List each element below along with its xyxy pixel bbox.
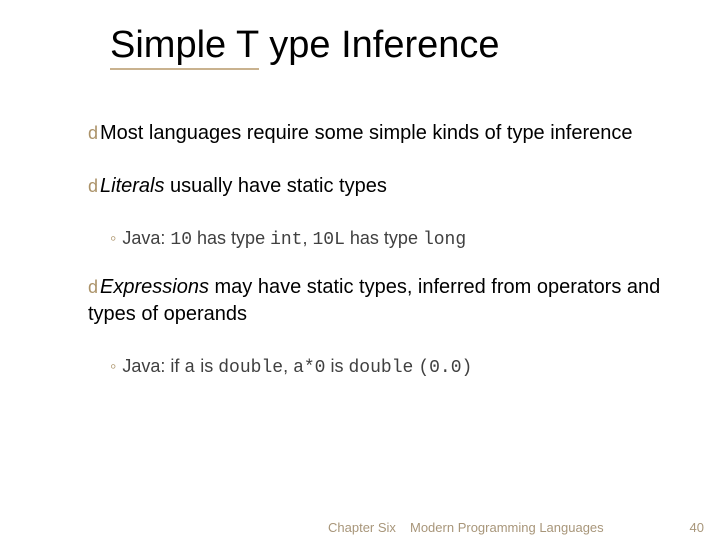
subbullet-3-t4: is [325, 356, 348, 376]
subbullet-3-t2: is [195, 356, 218, 376]
subbullet-3-code-3: a*0 [293, 358, 325, 378]
bullet-2: dLiterals usually have static types [88, 173, 668, 200]
subbullet-3-t3: , [283, 356, 293, 376]
subbullet-3: ◦ Java: if a is double, a*0 is double (0.… [110, 354, 668, 380]
bullet-1: dMost languages require some simple kind… [88, 120, 668, 147]
subbullet-3-t1: Java: if [122, 356, 184, 376]
subbullet-3-code-5: (0.0) [418, 358, 472, 378]
bullet-3: dExpressions may have static types, infe… [88, 274, 668, 328]
bullet-marker-icon: d [88, 275, 98, 299]
subbullet-2-code-1: 10 [170, 230, 192, 250]
subbullet-2-t1: Java: [122, 228, 170, 248]
subbullet-2-code-2: int [270, 230, 302, 250]
slide-title: Simple Type Inference [110, 24, 500, 67]
subbullet-3-code-2: double [218, 358, 283, 378]
footer-chapter: Chapter Six [328, 520, 396, 535]
footer-page-number: 40 [690, 520, 704, 535]
subbullet-2-code-3: 10L [313, 230, 345, 250]
bullet-marker-icon: d [88, 174, 98, 198]
subbullet-2-t4: has type [345, 228, 423, 248]
bullet-marker-icon: d [88, 121, 98, 145]
subbullet-3-code-4: double [349, 358, 414, 378]
slide-body: dMost languages require some simple kind… [88, 120, 668, 403]
subbullet-3-code-1: a [184, 358, 195, 378]
subbullet-2-code-4: long [423, 230, 466, 250]
bullet-2-text: usually have static types [165, 175, 387, 197]
bullet-1-text: Most languages require some simple kinds… [100, 122, 633, 144]
slide: Simple Type Inference dMost languages re… [0, 0, 720, 540]
title-part-a: Simple T [110, 24, 259, 70]
bullet-3-keyword: Expressions [100, 276, 209, 298]
subbullet-marker-icon: ◦ [110, 354, 116, 378]
bullet-2-keyword: Literals [100, 175, 164, 197]
subbullet-2-t3: , [302, 228, 312, 248]
title-part-b: ype Inference [269, 24, 499, 66]
subbullet-2: ◦ Java: 10 has type int, 10L has type lon… [110, 226, 668, 252]
subbullet-2-t2: has type [192, 228, 270, 248]
subbullet-marker-icon: ◦ [110, 226, 116, 250]
footer-book-title: Modern Programming Languages [410, 520, 604, 535]
